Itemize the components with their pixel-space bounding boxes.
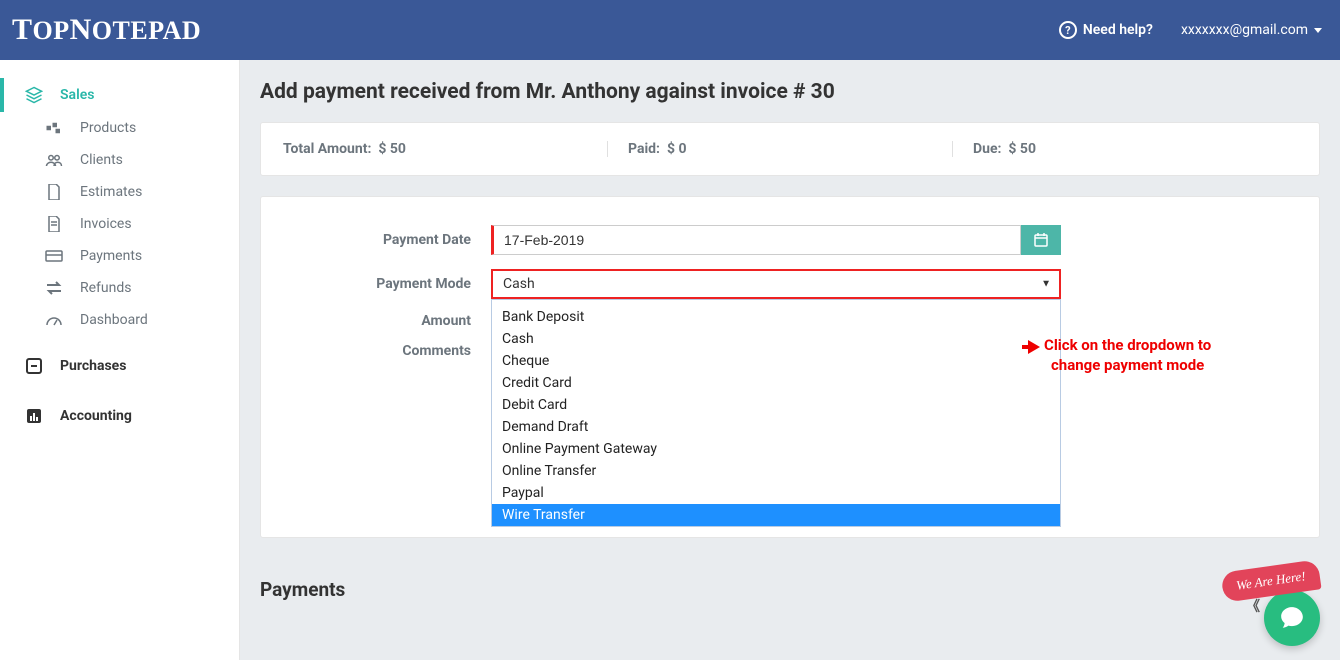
payment-mode-value: Cash	[503, 276, 535, 292]
sidebar-item-label: Dashboard	[80, 312, 148, 328]
sidebar-item-payments[interactable]: Payments	[0, 240, 239, 272]
header-right: ? Need help? xxxxxxx@gmail.com	[1059, 21, 1322, 39]
sidebar-item-accounting[interactable]: Accounting	[0, 400, 239, 432]
bar-chart-icon	[24, 408, 44, 424]
sidebar-item-estimates[interactable]: Estimates	[0, 176, 239, 208]
sidebar-item-label: Invoices	[80, 216, 132, 232]
user-email: xxxxxxx@gmail.com	[1181, 22, 1308, 38]
credit-card-icon	[44, 249, 64, 263]
chat-button[interactable]	[1264, 590, 1320, 646]
dropdown-item[interactable]: Bank Deposit	[492, 306, 1060, 328]
app-header: TOPNOTEPAD ? Need help? xxxxxxx@gmail.co…	[0, 0, 1340, 60]
summary-total: Total Amount: $ 50	[283, 141, 607, 157]
chevron-down-icon	[1314, 28, 1322, 33]
minus-box-icon	[24, 358, 44, 374]
dropdown-item[interactable]: Wire Transfer	[492, 504, 1060, 526]
dropdown-item[interactable]: Cheque	[492, 350, 1060, 372]
comments-label: Comments	[291, 343, 491, 359]
sidebar-item-invoices[interactable]: Invoices	[0, 208, 239, 240]
chat-icon	[1279, 605, 1305, 631]
dropdown-item[interactable]: Demand Draft	[492, 416, 1060, 438]
payments-section-title: Payments	[260, 578, 1320, 601]
sidebar-item-dashboard[interactable]: Dashboard	[0, 304, 239, 336]
sidebar-item-label: Purchases	[60, 358, 126, 374]
users-icon	[44, 153, 64, 167]
sidebar-item-refunds[interactable]: Refunds	[0, 272, 239, 304]
summary-card: Total Amount: $ 50 Paid: $ 0 Due: $ 50	[260, 122, 1320, 176]
sidebar-item-label: Accounting	[60, 408, 132, 424]
sidebar-item-products[interactable]: Products	[0, 112, 239, 144]
main-content: Add payment received from Mr. Anthony ag…	[240, 60, 1340, 660]
sidebar-item-sales[interactable]: Sales	[0, 78, 239, 112]
need-help-link[interactable]: ? Need help?	[1059, 21, 1153, 39]
annotation-callout: Click on the dropdown to change payment …	[1028, 336, 1211, 375]
page-title: Add payment received from Mr. Anthony ag…	[260, 80, 1320, 104]
payment-mode-select[interactable]: Cash ▼	[491, 269, 1061, 299]
sidebar-item-label: Refunds	[80, 280, 132, 296]
dropdown-item[interactable]: Cash	[492, 328, 1060, 350]
dropdown-item[interactable]: Debit Card	[492, 394, 1060, 416]
summary-due: Due: $ 50	[952, 141, 1297, 157]
file-text-icon	[44, 216, 64, 232]
sidebar-item-label: Estimates	[80, 184, 142, 200]
help-icon: ?	[1059, 21, 1077, 39]
help-label: Need help?	[1083, 22, 1153, 38]
file-icon	[44, 184, 64, 200]
amount-label: Amount	[291, 313, 491, 329]
dropdown-item[interactable]: Paypal	[492, 482, 1060, 504]
sidebar-item-purchases[interactable]: Purchases	[0, 350, 239, 382]
user-menu[interactable]: xxxxxxx@gmail.com	[1181, 22, 1322, 38]
arrow-right-icon	[1028, 340, 1040, 354]
dropdown-item[interactable]: Credit Card	[492, 372, 1060, 394]
app-logo[interactable]: TOPNOTEPAD	[12, 13, 201, 47]
dropdown-item[interactable]: Online Transfer	[492, 460, 1060, 482]
calendar-button[interactable]	[1021, 225, 1061, 255]
sidebar-item-label: Payments	[80, 248, 142, 264]
cubes-icon	[44, 121, 64, 135]
chat-widget: We Are Here!	[1222, 566, 1320, 646]
layers-icon	[24, 86, 44, 104]
dropdown-item[interactable]: Online Payment Gateway	[492, 438, 1060, 460]
calendar-icon	[1033, 232, 1049, 248]
sidebar-item-label: Products	[80, 120, 136, 136]
payment-date-input[interactable]	[491, 225, 1021, 255]
exchange-icon	[44, 281, 64, 295]
payment-mode-dropdown: Bank Deposit Cash Cheque Credit Card Deb…	[491, 299, 1061, 527]
summary-paid: Paid: $ 0	[607, 141, 952, 157]
sidebar-item-label: Sales	[60, 87, 94, 103]
chevron-down-icon: ▼	[1041, 279, 1051, 290]
payment-mode-label: Payment Mode	[291, 276, 491, 292]
sidebar-item-label: Clients	[80, 152, 123, 168]
sidebar: Sales Products Clients Estimates Invoice…	[0, 60, 240, 660]
payment-date-label: Payment Date	[291, 232, 491, 248]
gauge-icon	[44, 313, 64, 327]
sidebar-item-clients[interactable]: Clients	[0, 144, 239, 176]
